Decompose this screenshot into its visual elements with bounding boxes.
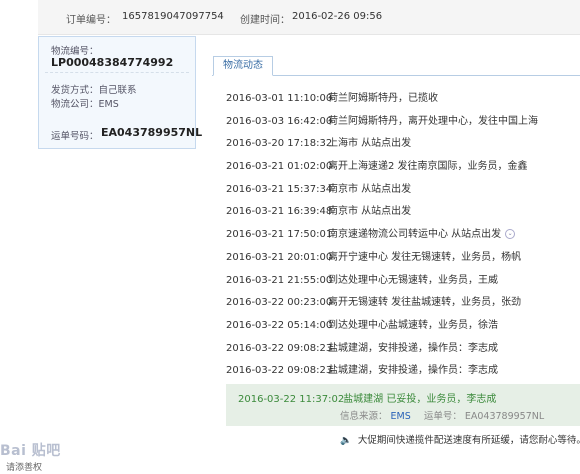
event-time: 2016-03-20 17:18:32 [226,138,333,150]
latest-event-desc: 盐城建湖 已妥投，业务员，李志成 [343,394,497,405]
source-link[interactable]: EMS [391,411,411,422]
event-desc: 到达处理中心无锡速转，业务员，王威 [328,274,498,286]
tracking-event-row: 2016-03-21 17:50:01南京速递物流公司转运中心 从站点出发 ⌄ [226,224,580,247]
latest-event-time: 2016-03-22 11:37:02 [238,394,345,405]
event-desc: 南京市 从站点出发 [328,183,412,195]
order-info-bar: 订单编号： 1657819047097754 创建时间： 2016-02-26 … [38,0,580,35]
tracking-event-row: 2016-03-21 20:01:00离开宁速中心 发往无锡速转，业务员，杨帆 [226,247,580,270]
event-time: 2016-03-21 17:50:01 [226,229,333,241]
tracking-event-row: 2016-03-22 00:23:00离开无锡速转 发往盐城速转，业务员，张劲 [226,292,580,315]
event-time: 2016-03-22 09:08:23 [226,342,333,354]
event-time: 2016-03-22 09:08:23 [226,365,333,377]
event-desc: 盐城建湖，安排投递，操作员：李志成 [328,365,498,377]
tracking-event-row: 2016-03-21 15:37:34南京市 从站点出发 [226,179,580,202]
tracking-event-row: 2016-03-22 09:08:23盐城建湖，安排投递，操作员：李志成 [226,360,580,383]
event-desc: 南京市 从站点出发 [328,206,412,218]
latest-event-source: 信息来源： EMS 运单号： EA043789957NL [340,408,544,422]
event-time: 2016-03-01 11:10:00 [226,93,333,104]
tracking-event-row: 2016-03-20 17:18:32上海市 从站点出发 [226,133,580,156]
watermark-text: Bai 贴吧 [0,443,61,459]
order-number-value: 1657819047097754 [122,11,224,22]
tracking-event-row: 2016-03-22 09:08:23盐城建湖，安排投递，操作员：李志成 [226,338,580,361]
event-desc: 到达处理中心盐城速转，业务员，徐浩 [328,319,498,331]
event-time: 2016-03-21 21:55:00 [226,274,333,286]
delay-notice-text: 大促期间快递揽件配送速度有所延缓，请您耐心等待。 [357,435,580,446]
source-label: 信息来源： [340,411,388,422]
event-time: 2016-03-22 05:14:00 [226,319,333,331]
tracking-event-row: 2016-03-21 16:39:48南京市 从站点出发 [226,201,580,224]
waybill-label: 运单号码： [51,131,99,142]
tracking-number-value: LP00048384774992 [51,56,174,69]
tracking-event-row: 2016-03-21 21:55:00到达处理中心无锡速转，业务员，王威 [226,270,580,293]
logistics-summary-panel: 物流编号： LP00048384774992 发货方式：自己联系 物流公司：EM… [38,36,202,149]
event-desc: 上海市 从站点出发 [328,138,412,150]
waybill-value: EA043789957NL [101,126,203,139]
logistics-company: 物流公司：EMS [51,99,119,110]
order-number-label: 订单编号： [66,15,116,26]
created-time-label: 创建时间： [240,15,290,26]
panel-divider [45,72,189,73]
event-time: 2016-03-21 15:37:34 [226,183,333,195]
waybill-small-value: EA043789957NL [464,411,545,422]
tracking-event-row: 2016-03-21 01:02:00离开上海速递2 发往南京国际，业务员，金鑫 [226,156,580,179]
tracking-event-row: 2016-03-22 05:14:00到达处理中心盐城速转，业务员，徐浩 [226,315,580,338]
tab-logistics-updates[interactable]: 物流动态 [213,56,273,76]
ship-method: 发货方式：自己联系 [51,85,137,96]
event-desc: 南京速递物流公司转运中心 从站点出发 [328,229,502,241]
event-desc: 盐城建湖，安排投递，操作员：李志成 [328,342,498,354]
watermark-footer: 请添善权 [6,463,43,473]
event-desc: 荷兰阿姆斯特丹，已揽收 [328,93,438,104]
event-desc: 离开宁速中心 发往无锡速转，业务员，杨帆 [328,251,522,263]
event-time: 2016-03-03 16:42:00 [226,115,333,127]
event-time: 2016-03-21 20:01:00 [226,251,333,263]
expand-icon[interactable]: ⌄ [505,229,516,240]
tracking-event-row: 2016-03-01 11:10:00荷兰阿姆斯特丹，已揽收 [226,88,580,111]
event-desc: 荷兰阿姆斯特丹，离开处理中心，发往中国上海 [328,115,538,127]
baidu-tieba-watermark: Bai 贴吧 请添善权 [0,436,150,474]
latest-event: 2016-03-22 11:37:02 盐城建湖 已妥投，业务员，李志成 信息来… [226,384,580,426]
event-desc: 离开无锡速转 发往盐城速转，业务员，张劲 [328,297,522,309]
tracking-event-list: 2016-03-01 11:10:00荷兰阿姆斯特丹，已揽收 2016-03-03… [226,88,580,383]
created-time-value: 2016-02-26 09:56 [292,11,383,22]
event-time: 2016-03-21 01:02:00 [226,161,333,173]
speaker-icon: 🔈 [340,435,352,446]
event-desc: 离开上海速递2 发往南京国际，业务员，金鑫 [328,161,528,173]
event-time: 2016-03-21 16:39:48 [226,206,333,218]
waybill-small-label: 运单号： [423,411,462,422]
tracking-event-row: 2016-03-03 16:42:00荷兰阿姆斯特丹，离开处理中心，发往中国上海 [226,111,580,134]
delay-notice: 🔈 大促期间快递揽件配送速度有所延缓，请您耐心等待。 [340,432,580,446]
latest-event-line: 2016-03-22 11:37:02 盐城建湖 已妥投，业务员，李志成 [238,390,496,405]
tracking-number-label: 物流编号： [51,46,99,57]
event-time: 2016-03-22 00:23:00 [226,297,333,309]
